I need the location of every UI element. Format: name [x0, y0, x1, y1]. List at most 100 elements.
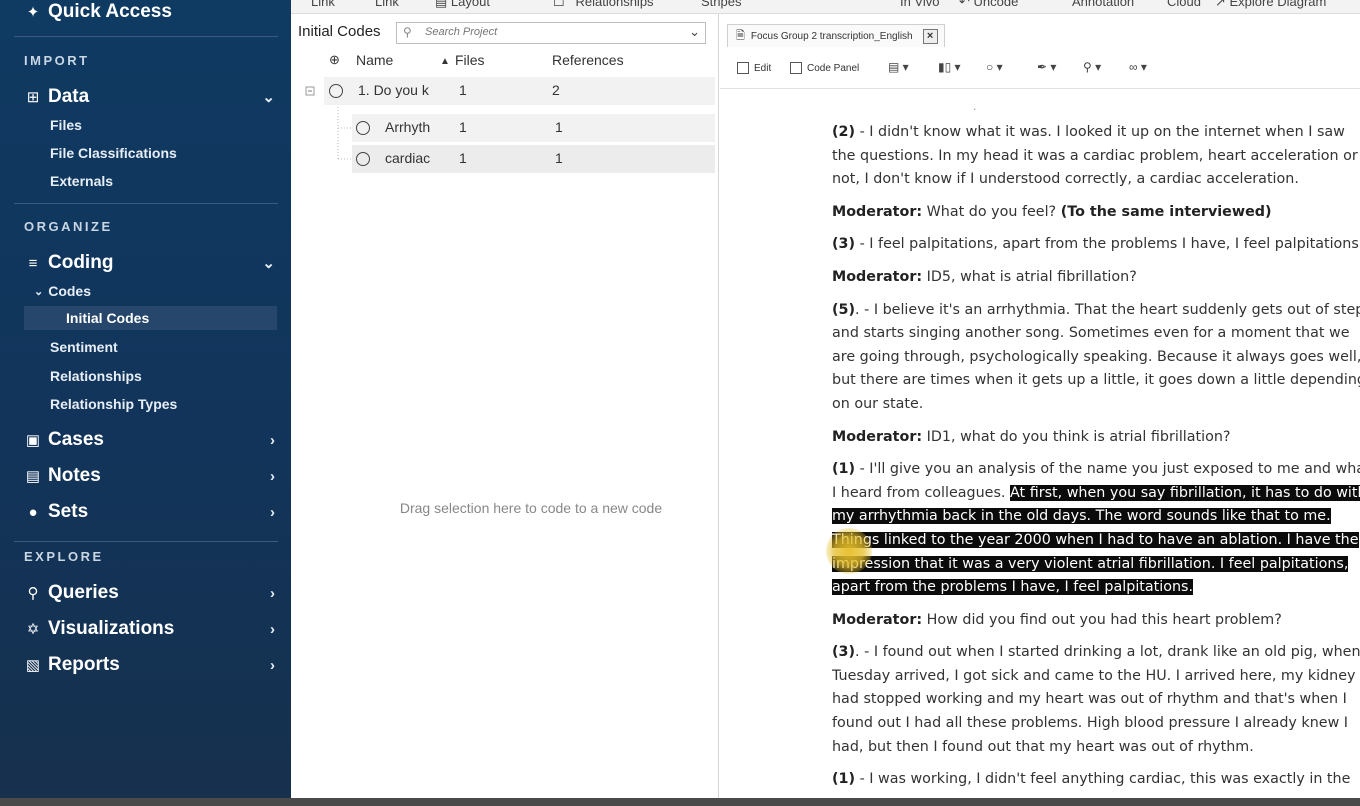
- bottom-scrollbar[interactable]: [0, 798, 1360, 806]
- text-line: ID1, what do you think is atrial fibrill…: [922, 428, 1231, 445]
- ribbon-explore-diagram-label: Explore Diagram: [1229, 0, 1327, 9]
- sidebar-item-relationships[interactable]: Relationships: [0, 366, 291, 386]
- sidebar-item-codes[interactable]: ⌄ Codes: [0, 281, 291, 301]
- sidebar-item-visualizations[interactable]: ✡ Visualizations ›: [0, 616, 291, 642]
- checkbox[interactable]: [737, 62, 749, 74]
- chevron-right-icon: ›: [270, 503, 275, 521]
- highlight-pen-icon[interactable]: ✒ ▾: [1037, 60, 1056, 74]
- chevron-right-icon: ›: [270, 431, 275, 449]
- sidebar-item-externals[interactable]: Externals: [0, 171, 291, 191]
- speaker-id: (3): [832, 644, 856, 661]
- text-line: - I was working, I didn't feel anything …: [855, 771, 1351, 788]
- zoom-icon[interactable]: ⚲ ▾: [1083, 60, 1101, 74]
- sidebar-item-relationship-types[interactable]: Relationship Types: [0, 394, 291, 414]
- ribbon-relationships-label: Relationships: [575, 0, 654, 9]
- sidebar-item-files[interactable]: Files: [0, 115, 291, 135]
- sidebar-item-queries[interactable]: ⚲ Queries ›: [0, 580, 291, 606]
- edit-label: Edit: [754, 62, 772, 74]
- text-line: had, but then I found out that my heart …: [832, 738, 1254, 755]
- ribbon-toolbar: Link Link ▤ Layout ☐ Relationships Strip…: [291, 0, 1360, 14]
- selected-text[interactable]: apart from the problems I have, I feel p…: [832, 579, 1194, 596]
- text-line: not, I don't know if I understood correc…: [832, 171, 1299, 188]
- dot-marker: .: [973, 99, 977, 113]
- code-panel-toggle[interactable]: Code Panel: [790, 62, 859, 74]
- quick-access-item[interactable]: ✦ Quick Access: [0, 0, 291, 24]
- sidebar-item-coding-label: Coding: [48, 252, 114, 273]
- divider: [14, 203, 278, 204]
- briefcase-icon: ▣: [25, 432, 41, 449]
- ribbon-invivo-button[interactable]: In Vivo: [900, 0, 940, 9]
- grid-icon: ⊞: [26, 89, 40, 106]
- code-files-count: 1: [459, 119, 467, 135]
- ribbon-stripes-button[interactable]: Stripes: [701, 0, 741, 9]
- code-row[interactable]: 1. Do you k 1 2: [324, 77, 715, 105]
- sidebar-item-data[interactable]: ⊞ Data ⌄: [0, 84, 291, 110]
- code-references-count: 2: [552, 82, 560, 98]
- paragraph-format-icon[interactable]: ▤ ▾: [888, 60, 909, 74]
- transcript-paragraph: (1) - I was working, I didn't feel anyth…: [832, 768, 1360, 792]
- close-icon[interactable]: ×: [922, 28, 938, 44]
- network-icon: ✡: [26, 621, 40, 638]
- coding-stripes-icon[interactable]: ▮▯ ▾: [938, 60, 961, 74]
- bold-note: (To the same interviewed): [1060, 203, 1272, 220]
- speaker-id: (3): [832, 236, 856, 253]
- sidebar-item-initial-codes[interactable]: Initial Codes: [24, 306, 277, 330]
- sidebar-item-sentiment[interactable]: Sentiment: [0, 337, 291, 357]
- checkbox[interactable]: [790, 62, 802, 74]
- selected-text[interactable]: my arrhythmia back in the old days. The …: [832, 508, 1331, 525]
- text-line: ID5, what is atrial fibrillation?: [922, 268, 1137, 285]
- sidebar-item-coding[interactable]: ≡ Coding ⌄: [0, 250, 291, 276]
- mouse-cursor-highlight: [826, 528, 872, 574]
- selected-text[interactable]: Things linked to the year 2000 when I ha…: [832, 531, 1359, 548]
- sidebar-item-reports[interactable]: ▧ Reports ›: [0, 652, 291, 678]
- ribbon-relationships-button[interactable]: ☐ Relationships: [553, 0, 654, 10]
- edit-toggle[interactable]: Edit: [737, 62, 771, 74]
- chevron-right-icon: ›: [270, 620, 275, 638]
- sidebar-item-codes-label: Codes: [48, 283, 92, 299]
- checkbox-icon: ☐: [553, 0, 576, 9]
- code-circle-icon: [329, 84, 343, 98]
- transcript-paragraph: (1) - I'll give you an analysis of the n…: [832, 458, 1360, 600]
- code-row[interactable]: cardiac 1 1: [352, 145, 715, 173]
- text-line: . - I found out when I started drinking …: [855, 644, 1360, 661]
- sidebar-item-file-classifications[interactable]: File Classifications: [0, 143, 291, 163]
- speaker-label: Moderator:: [832, 428, 923, 445]
- chevron-down-icon: ⌄: [34, 285, 44, 298]
- ribbon-layout-button[interactable]: ▤ Layout: [435, 0, 490, 10]
- ribbon-uncode-label: Uncode: [973, 0, 1019, 9]
- code-row[interactable]: Arrhyth 1 1: [352, 114, 715, 142]
- diagram-icon: ↗: [1215, 0, 1230, 9]
- speaker-label: Moderator:: [832, 268, 923, 285]
- circle-shape-icon[interactable]: ○ ▾: [986, 60, 1003, 74]
- ribbon-explore-diagram-button[interactable]: ↗ Explore Diagram: [1215, 0, 1326, 10]
- text-line: What do you feel?: [922, 203, 1061, 220]
- selected-text[interactable]: At first, when you say fibrillation, it …: [1010, 484, 1360, 501]
- text-line: on our state.: [832, 395, 924, 412]
- sidebar-item-sets[interactable]: ● Sets ›: [0, 499, 291, 525]
- link-icon[interactable]: ∞ ▾: [1129, 60, 1147, 74]
- ribbon-link-button[interactable]: Link: [311, 0, 335, 9]
- sidebar-item-notes[interactable]: ▤ Notes ›: [0, 463, 291, 489]
- document-tab[interactable]: 🗎 Focus Group 2 transcription_English ×: [727, 24, 945, 47]
- transcript-paragraph: (3). - I found out when I started drinki…: [832, 641, 1360, 759]
- sidebar-item-reports-label: Reports: [48, 654, 120, 675]
- text-line: found out I had all these problems. High…: [832, 715, 1349, 732]
- code-circle-icon: [356, 152, 370, 166]
- ribbon-uncode-button[interactable]: ↶ Uncode: [959, 0, 1018, 10]
- transcript-paragraph: (2) - I didn't know what it was. I looke…: [832, 121, 1360, 192]
- transcript-paragraph: Moderator: ID1, what do you think is atr…: [832, 426, 1360, 450]
- ribbon-annotation-button[interactable]: Annotation: [1072, 0, 1134, 9]
- drag-to-code-hint[interactable]: Drag selection here to code to a new cod…: [291, 500, 771, 516]
- text-line: had stopped working and my heart was out…: [832, 691, 1347, 708]
- sidebar-item-cases[interactable]: ▣ Cases ›: [0, 427, 291, 453]
- ribbon-cloud-button[interactable]: Cloud: [1167, 0, 1201, 9]
- text-line: the questions. In my head it was a cardi…: [832, 147, 1358, 164]
- code-files-count: 1: [459, 82, 467, 98]
- selected-text[interactable]: impression that it was a very violent at…: [832, 555, 1349, 572]
- chevron-down-icon: ⌄: [262, 89, 275, 106]
- document-text[interactable]: (2) - I didn't know what it was. I looke…: [832, 121, 1360, 798]
- sidebar-item-queries-label: Queries: [48, 582, 119, 603]
- section-import: IMPORT: [24, 52, 90, 68]
- ribbon-link-button-2[interactable]: Link: [375, 0, 399, 9]
- speaker-id: (5): [832, 301, 856, 318]
